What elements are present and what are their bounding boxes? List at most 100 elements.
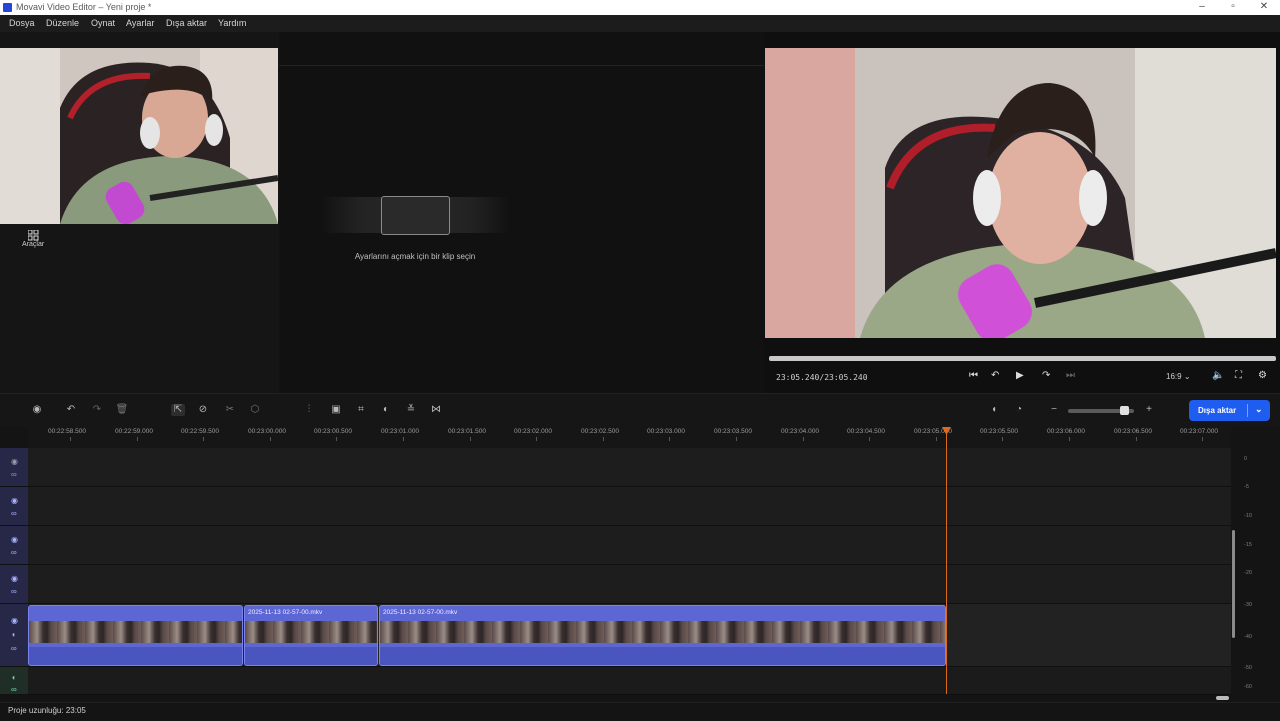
speaker-icon[interactable]: ◖	[11, 673, 16, 682]
eye-icon[interactable]: ◉	[11, 574, 18, 583]
ruler-tick-label: 00:23:02.000	[514, 428, 552, 435]
zoom-out-icon[interactable]: −	[1047, 404, 1061, 416]
tools-label[interactable]: Araçlar	[22, 241, 44, 248]
block-tool-icon[interactable]: ⊘	[196, 404, 210, 416]
link-icon[interactable]: ∞	[11, 587, 17, 596]
redo-icon[interactable]: ↷	[90, 404, 104, 416]
playhead-line[interactable]	[946, 431, 947, 694]
step-forward-icon[interactable]: ↷	[1042, 370, 1050, 381]
zoom-in-icon[interactable]: +	[1142, 404, 1156, 416]
link-icon[interactable]: ∞	[11, 644, 17, 653]
speed-icon[interactable]: ◔	[1012, 404, 1026, 416]
zoom-slider-handle[interactable]	[1120, 406, 1129, 415]
ruler-tick-label: 00:23:05.500	[980, 428, 1018, 435]
track-row-audio[interactable]	[28, 667, 1231, 695]
minimize-button[interactable]: –	[1196, 1, 1208, 13]
menu-bar: Dosya Düzenle Oynat Ayarlar Dışa aktar Y…	[0, 15, 1280, 32]
preview-frame-image	[765, 48, 1276, 338]
ruler-tick-mark	[70, 437, 71, 441]
menu-ayarlar[interactable]: Ayarlar	[126, 18, 154, 28]
aspect-ratio-select[interactable]: 16:9 ⌄	[1166, 372, 1191, 381]
audio-wave-icon[interactable]: ⫶	[302, 404, 316, 416]
track-row[interactable]	[28, 487, 1231, 526]
audio-mix-icon[interactable]: ◖	[987, 404, 1001, 416]
cut-icon[interactable]: ✂	[223, 404, 237, 416]
settings-gear-icon[interactable]: ⚙	[1258, 370, 1267, 381]
clip-waveform	[29, 647, 242, 665]
timeline-clip[interactable]: 2025-11-13 02-57-00.mkv	[379, 605, 946, 666]
ruler-tick-label: 00:23:04.000	[781, 428, 819, 435]
track-header-1: ◉ ∞	[0, 448, 28, 487]
track-header-5: ◉ ◖ ∞	[0, 604, 28, 667]
vu-scale-label: -40	[1244, 634, 1252, 640]
crop-icon[interactable]: ⌗	[354, 404, 368, 416]
timecode-total: 23:05.240	[824, 373, 868, 382]
vu-scale-label: -10	[1244, 513, 1252, 519]
vu-scale-label: -15	[1244, 542, 1252, 548]
menu-dosya[interactable]: Dosya	[9, 18, 35, 28]
speaker-icon[interactable]: ◖	[11, 630, 16, 639]
color-icon[interactable]: ◐	[379, 404, 393, 416]
track-header-audio: ◖ ∞	[0, 667, 28, 695]
timeline-clip[interactable]	[28, 605, 243, 666]
clip-thumbnails	[380, 621, 945, 643]
link-icon[interactable]: ∞	[11, 548, 17, 557]
vu-scale-label: -60	[1244, 684, 1252, 690]
ruler-tick-label: 00:23:03.000	[647, 428, 685, 435]
ruler-tick-mark	[270, 437, 271, 441]
ruler-tick-label: 00:22:58.500	[48, 428, 86, 435]
player-scrub-bar[interactable]	[769, 356, 1276, 361]
player-video[interactable]	[765, 48, 1276, 338]
clip-waveform	[380, 647, 945, 665]
chevron-down-icon[interactable]: ⌄	[1255, 404, 1263, 415]
skip-to-start-icon[interactable]: ⏮	[969, 370, 978, 381]
maximize-button[interactable]: ▫	[1227, 1, 1239, 13]
undo-icon[interactable]: ↶	[64, 404, 78, 416]
menu-oynat[interactable]: Oynat	[91, 18, 115, 28]
link-icon[interactable]: ∞	[11, 509, 17, 518]
select-tool-icon[interactable]: ⇱	[171, 404, 185, 416]
marker-icon[interactable]: ⬡	[248, 404, 262, 416]
fullscreen-icon[interactable]: ⛶	[1235, 370, 1242, 381]
menu-duzenle[interactable]: Düzenle	[46, 18, 79, 28]
ruler-tick-label: 00:22:59.500	[181, 428, 219, 435]
volume-icon[interactable]: 🔈	[1212, 370, 1224, 381]
export-button[interactable]: Dışa aktar ⌄	[1189, 400, 1270, 421]
link-icon[interactable]: ∞	[11, 470, 17, 479]
select-clip-hint: Ayarlarını açmak için bir klip seçin	[354, 252, 476, 261]
tools-grid-icon[interactable]	[27, 228, 39, 241]
eye-icon[interactable]: ◉	[11, 535, 18, 544]
project-length: Proje uzunluğu: 23:05	[8, 706, 86, 715]
eye-icon[interactable]: ◉	[11, 616, 18, 625]
app-logo-icon	[3, 3, 12, 12]
ruler-tick-mark	[1069, 437, 1070, 441]
vu-scale-label: 0	[1244, 456, 1248, 462]
timeline-clip[interactable]: 2025-11-13 02-57-00.mkv	[244, 605, 378, 666]
adjust-icon[interactable]: ≚	[404, 404, 418, 416]
play-icon[interactable]: ▶	[1016, 370, 1024, 381]
close-button[interactable]: ✕	[1258, 1, 1270, 13]
eye-icon[interactable]: ◉	[11, 457, 18, 466]
ruler-tick-label: 00:23:01.500	[448, 428, 486, 435]
step-back-icon[interactable]: ↶	[991, 370, 999, 381]
horizontal-scrollbar[interactable]	[1216, 696, 1229, 700]
clip-label: 2025-11-13 02-57-00.mkv	[383, 609, 458, 616]
overlay-icon[interactable]: ▣	[329, 404, 343, 416]
clip-waveform	[245, 647, 377, 665]
menu-yardim[interactable]: Yardım	[218, 18, 246, 28]
menu-disa-aktar[interactable]: Dışa aktar	[166, 18, 207, 28]
chevron-down-icon: ⌄	[1183, 372, 1191, 381]
export-divider	[1247, 404, 1248, 417]
transition-icon[interactable]: ⋈	[429, 404, 443, 416]
track-row[interactable]	[28, 448, 1231, 487]
eye-icon[interactable]: ◉	[11, 496, 18, 505]
clip-label: 2025-11-13 02-57-00.mkv	[248, 609, 323, 616]
link-icon[interactable]: ∞	[11, 685, 17, 694]
record-icon[interactable]: ◉	[30, 404, 44, 416]
skip-to-end-icon[interactable]: ⏭	[1066, 370, 1075, 381]
track-row[interactable]	[28, 526, 1231, 565]
webcam-overlay-video[interactable]	[0, 48, 278, 224]
delete-icon[interactable]: 🗑	[115, 404, 129, 416]
track-row[interactable]	[28, 565, 1231, 604]
vertical-scrollbar[interactable]	[1232, 530, 1235, 638]
